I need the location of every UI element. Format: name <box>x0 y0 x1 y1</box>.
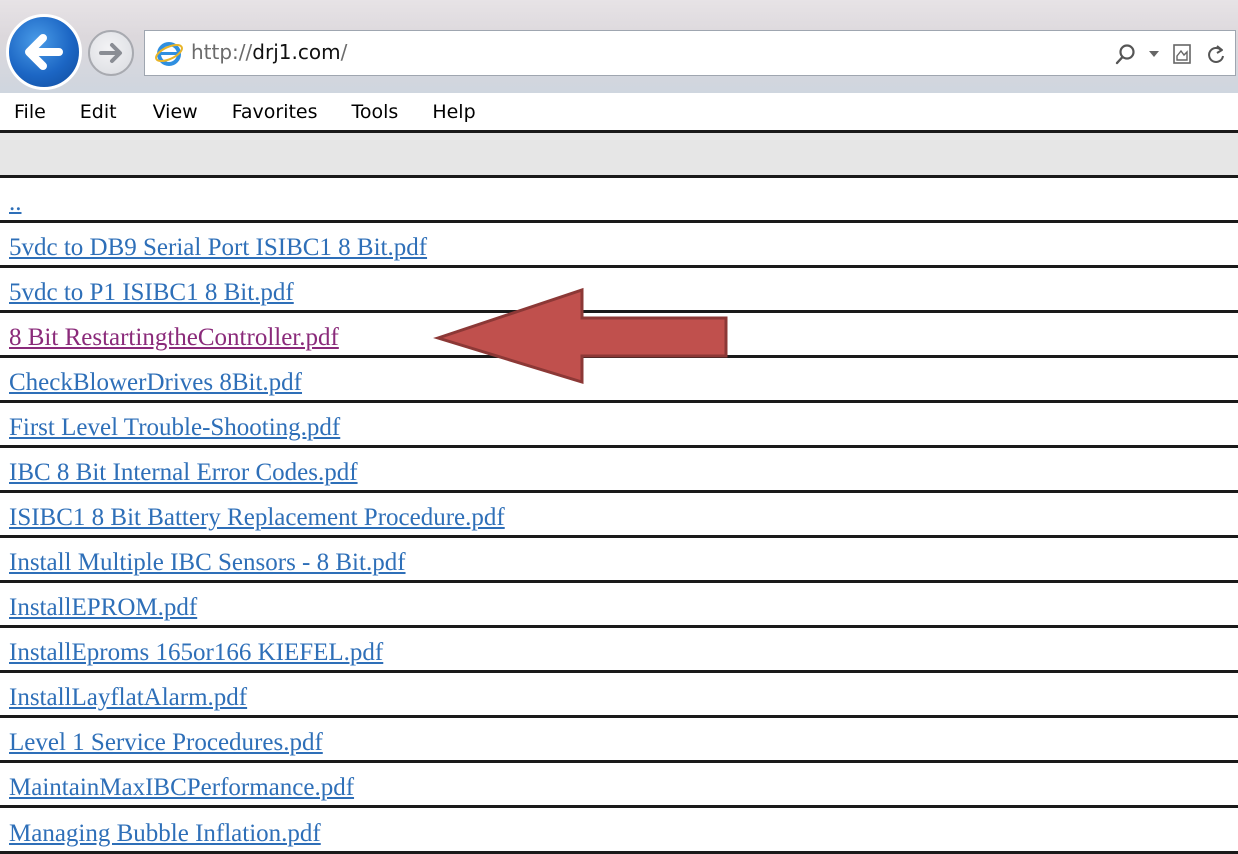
menu-help[interactable]: Help <box>432 101 475 123</box>
refresh-icon <box>1208 45 1224 63</box>
back-button[interactable] <box>6 14 82 90</box>
annotation-arrow-icon <box>433 287 728 385</box>
address-bar-controls <box>1113 37 1229 71</box>
ie-logo-icon <box>155 42 183 66</box>
refresh-button[interactable] <box>1203 39 1229 69</box>
file-link[interactable]: IBC 8 Bit Internal Error Codes.pdf <box>9 459 358 487</box>
list-item: MaintainMaxIBCPerformance.pdf <box>0 763 1238 808</box>
list-item: Managing Bubble Inflation.pdf <box>0 808 1238 854</box>
menu-tools[interactable]: Tools <box>352 101 399 123</box>
list-item: InstallEPROM.pdf <box>0 583 1238 628</box>
forward-button[interactable] <box>88 30 134 76</box>
list-item: IBC 8 Bit Internal Error Codes.pdf <box>0 448 1238 493</box>
menu-favorites[interactable]: Favorites <box>232 101 318 123</box>
file-listing: .. 5vdc to DB9 Serial Port ISIBC1 8 Bit.… <box>0 178 1238 854</box>
file-link[interactable]: First Level Trouble-Shooting.pdf <box>9 414 340 442</box>
parent-directory-link[interactable]: .. <box>9 189 22 217</box>
list-item: .. <box>0 178 1238 223</box>
list-item: InstallLayflatAlarm.pdf <box>0 673 1238 718</box>
list-item: 5vdc to DB9 Serial Port ISIBC1 8 Bit.pdf <box>0 223 1238 268</box>
back-arrow-icon <box>25 34 63 70</box>
listing-header-row <box>0 133 1238 178</box>
list-item: Level 1 Service Procedures.pdf <box>0 718 1238 763</box>
search-icon <box>1115 44 1135 65</box>
menu-view[interactable]: View <box>153 101 198 123</box>
file-link[interactable]: Level 1 Service Procedures.pdf <box>9 729 323 757</box>
file-link[interactable]: InstallEproms 165or166 KIEFEL.pdf <box>9 639 383 667</box>
forward-arrow-icon <box>99 43 122 63</box>
dropdown-caret-icon <box>1149 51 1159 57</box>
file-link[interactable]: ISIBC1 8 Bit Battery Replacement Procedu… <box>9 504 505 532</box>
list-item: InstallEproms 165or166 KIEFEL.pdf <box>0 628 1238 673</box>
file-link[interactable]: Managing Bubble Inflation.pdf <box>9 820 321 848</box>
file-link[interactable]: InstallLayflatAlarm.pdf <box>9 684 247 712</box>
compatibility-view-icon <box>1173 44 1191 64</box>
menu-file[interactable]: File <box>14 101 46 123</box>
address-bar[interactable]: http://drj1.com/ <box>144 30 1236 76</box>
url-text[interactable]: http://drj1.com/ <box>191 40 347 64</box>
file-link[interactable]: MaintainMaxIBCPerformance.pdf <box>9 774 354 802</box>
file-link-visited[interactable]: 8 Bit RestartingtheController.pdf <box>9 324 339 352</box>
file-link[interactable]: InstallEPROM.pdf <box>9 594 197 622</box>
list-item: First Level Trouble-Shooting.pdf <box>0 403 1238 448</box>
file-link[interactable]: 5vdc to P1 ISIBC1 8 Bit.pdf <box>9 279 294 307</box>
list-item: ISIBC1 8 Bit Battery Replacement Procedu… <box>0 493 1238 538</box>
file-link[interactable]: CheckBlowerDrives 8Bit.pdf <box>9 369 302 397</box>
compatibility-view-button[interactable] <box>1169 39 1195 69</box>
menu-edit[interactable]: Edit <box>80 101 117 123</box>
search-dropdown-button[interactable] <box>1147 39 1161 69</box>
search-button[interactable] <box>1113 39 1139 69</box>
browser-toolbar: http://drj1.com/ <box>0 0 1238 93</box>
file-link[interactable]: Install Multiple IBC Sensors - 8 Bit.pdf <box>9 549 406 577</box>
list-item: Install Multiple IBC Sensors - 8 Bit.pdf <box>0 538 1238 583</box>
file-link[interactable]: 5vdc to DB9 Serial Port ISIBC1 8 Bit.pdf <box>9 234 427 262</box>
menu-bar: File Edit View Favorites Tools Help <box>0 93 1238 133</box>
